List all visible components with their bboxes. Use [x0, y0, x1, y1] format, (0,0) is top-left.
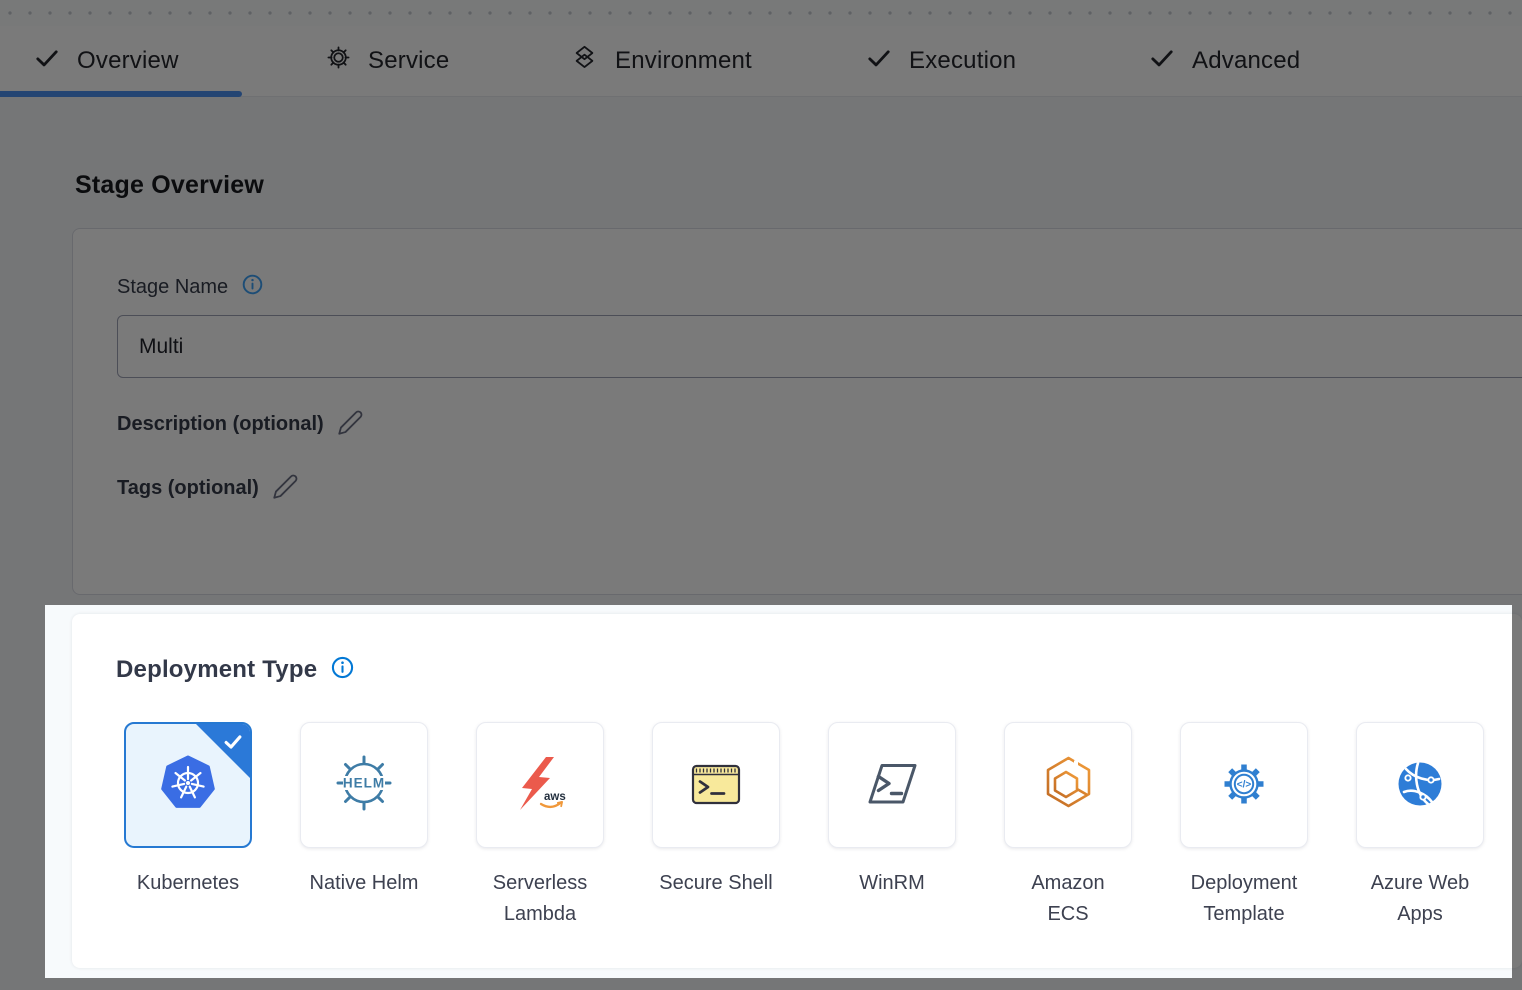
deployment-type-section: Deployment Type [45, 605, 1512, 978]
secure-shell-icon [684, 752, 748, 819]
deployment-option-azure-web-apps: Azure Web Apps [1356, 722, 1484, 962]
deployment-option-amazon-ecs: Amazon ECS [1004, 722, 1132, 962]
info-icon[interactable] [330, 655, 355, 685]
azure-web-apps-icon [1388, 752, 1452, 819]
selected-check-icon [222, 731, 244, 756]
deployment-tile-winrm[interactable] [828, 722, 956, 848]
deployment-option-winrm: WinRM [828, 722, 956, 962]
deployment-type-card: Deployment Type [72, 614, 1522, 968]
deployment-tile-serverless-lambda[interactable]: aws [476, 722, 604, 848]
dim-overlay-bottom [0, 978, 1522, 990]
deployment-tile-amazon-ecs[interactable] [1004, 722, 1132, 848]
tile-label: Kubernetes [137, 868, 239, 899]
deployment-option-native-helm: HELM Native Helm [300, 722, 428, 962]
dim-overlay-left [0, 605, 45, 978]
tile-label: Deployment Template [1186, 868, 1302, 930]
winrm-icon [860, 752, 924, 819]
deployment-tile-native-helm[interactable]: HELM [300, 722, 428, 848]
native-helm-icon: HELM [332, 752, 396, 819]
svg-text:HELM: HELM [343, 775, 385, 790]
deployment-tile-kubernetes[interactable] [124, 722, 252, 848]
svg-text:</>: </> [1237, 779, 1252, 790]
deployment-tile-deployment-template[interactable]: </> [1180, 722, 1308, 848]
tile-label: Azure Web Apps [1362, 868, 1478, 930]
deployment-tile-secure-shell[interactable] [652, 722, 780, 848]
stage-configuration-screen: Overview Service Environment [0, 0, 1522, 990]
deployment-option-secure-shell: Secure Shell [652, 722, 780, 962]
tile-label: Amazon ECS [1010, 868, 1126, 930]
deployment-option-kubernetes: Kubernetes [124, 722, 252, 962]
deployment-type-title: Deployment Type [116, 656, 317, 684]
deployment-option-deployment-template: </> Deployment Template [1180, 722, 1308, 962]
tile-label: Secure Shell [659, 868, 772, 899]
deployment-type-options: Kubernetes HELM [124, 722, 1484, 962]
deployment-tile-azure-web-apps[interactable] [1356, 722, 1484, 848]
tile-label: WinRM [859, 868, 925, 899]
dim-overlay-top [0, 0, 1522, 605]
deployment-option-serverless-lambda: aws Serverless Lambda [476, 722, 604, 962]
tile-label: Native Helm [310, 868, 419, 899]
serverless-lambda-icon: aws [508, 752, 572, 819]
amazon-ecs-icon [1036, 752, 1100, 819]
deployment-type-title-row: Deployment Type [116, 655, 355, 685]
tile-label: Serverless Lambda [482, 868, 598, 930]
dim-overlay-right [1512, 605, 1522, 978]
deployment-template-icon: </> [1212, 752, 1276, 819]
